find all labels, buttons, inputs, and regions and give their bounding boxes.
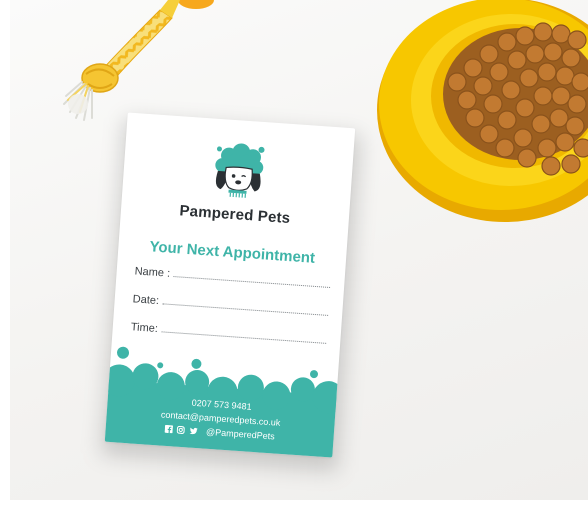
brand-name: Pampered Pets (178, 202, 291, 228)
photo-scene: Pampered Pets Your Next Appointment Name… (0, 0, 588, 506)
name-field: Name : (134, 263, 331, 293)
name-field-label: Name : (134, 265, 171, 280)
dog-logo-icon (215, 143, 265, 198)
twitter-icon (189, 427, 198, 435)
orange-ball (178, 0, 214, 9)
time-field-line (161, 321, 327, 344)
name-field-line (173, 266, 331, 288)
time-field: Time: (130, 319, 327, 349)
time-field-label: Time: (130, 321, 159, 336)
date-field: Date: (132, 291, 329, 321)
date-field-line (162, 293, 329, 316)
food-bowl (377, 0, 588, 222)
date-field-label: Date: (132, 293, 160, 308)
facebook-icon (164, 424, 173, 434)
instagram-icon (177, 425, 186, 434)
appointment-card: Pampered Pets Your Next Appointment Name… (104, 112, 356, 458)
